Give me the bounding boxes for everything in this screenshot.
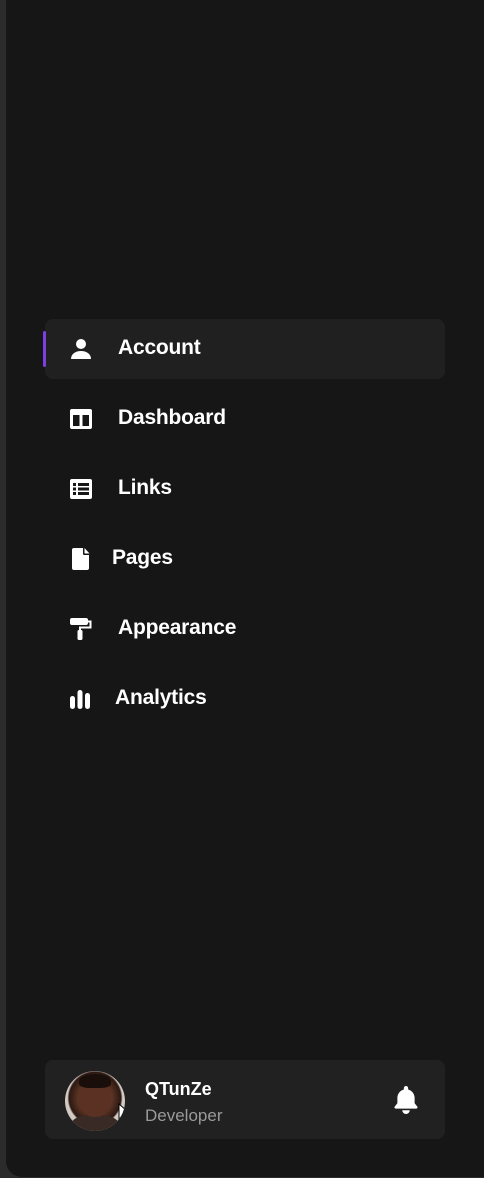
sidebar-item-label: Pages xyxy=(112,546,173,569)
sidebar: Account Dashboard Links Pages Appearance… xyxy=(6,0,484,1177)
bell-icon[interactable] xyxy=(393,1086,419,1114)
sidebar-item-dashboard[interactable]: Dashboard xyxy=(45,389,445,449)
user-role: Developer xyxy=(145,1106,223,1125)
sidebar-nav: Account Dashboard Links Pages Appearance… xyxy=(6,319,484,739)
sidebar-item-account[interactable]: Account xyxy=(43,319,445,379)
bar-chart-icon xyxy=(70,690,90,709)
paint-roller-icon xyxy=(70,618,92,640)
sidebar-item-label: Links xyxy=(118,476,172,499)
file-icon xyxy=(72,548,90,570)
sidebar-item-pages[interactable]: Pages xyxy=(45,529,445,589)
sidebar-item-links[interactable]: Links xyxy=(45,459,445,519)
sidebar-item-label: Account xyxy=(118,336,201,359)
user-profile-card[interactable]: QTunZe Developer xyxy=(45,1060,445,1139)
sidebar-item-label: Appearance xyxy=(118,616,237,639)
sidebar-item-label: Dashboard xyxy=(118,406,226,429)
sidebar-item-analytics[interactable]: Analytics xyxy=(45,669,445,729)
list-table-icon xyxy=(70,479,92,499)
sidebar-item-label: Analytics xyxy=(115,686,207,709)
user-name: QTunZe xyxy=(145,1079,212,1099)
user-icon xyxy=(71,339,91,359)
mouse-cursor-icon xyxy=(118,1103,125,1121)
sidebar-item-appearance[interactable]: Appearance xyxy=(45,599,445,659)
avatar[interactable] xyxy=(65,1071,125,1131)
layout-columns-icon xyxy=(70,409,92,429)
